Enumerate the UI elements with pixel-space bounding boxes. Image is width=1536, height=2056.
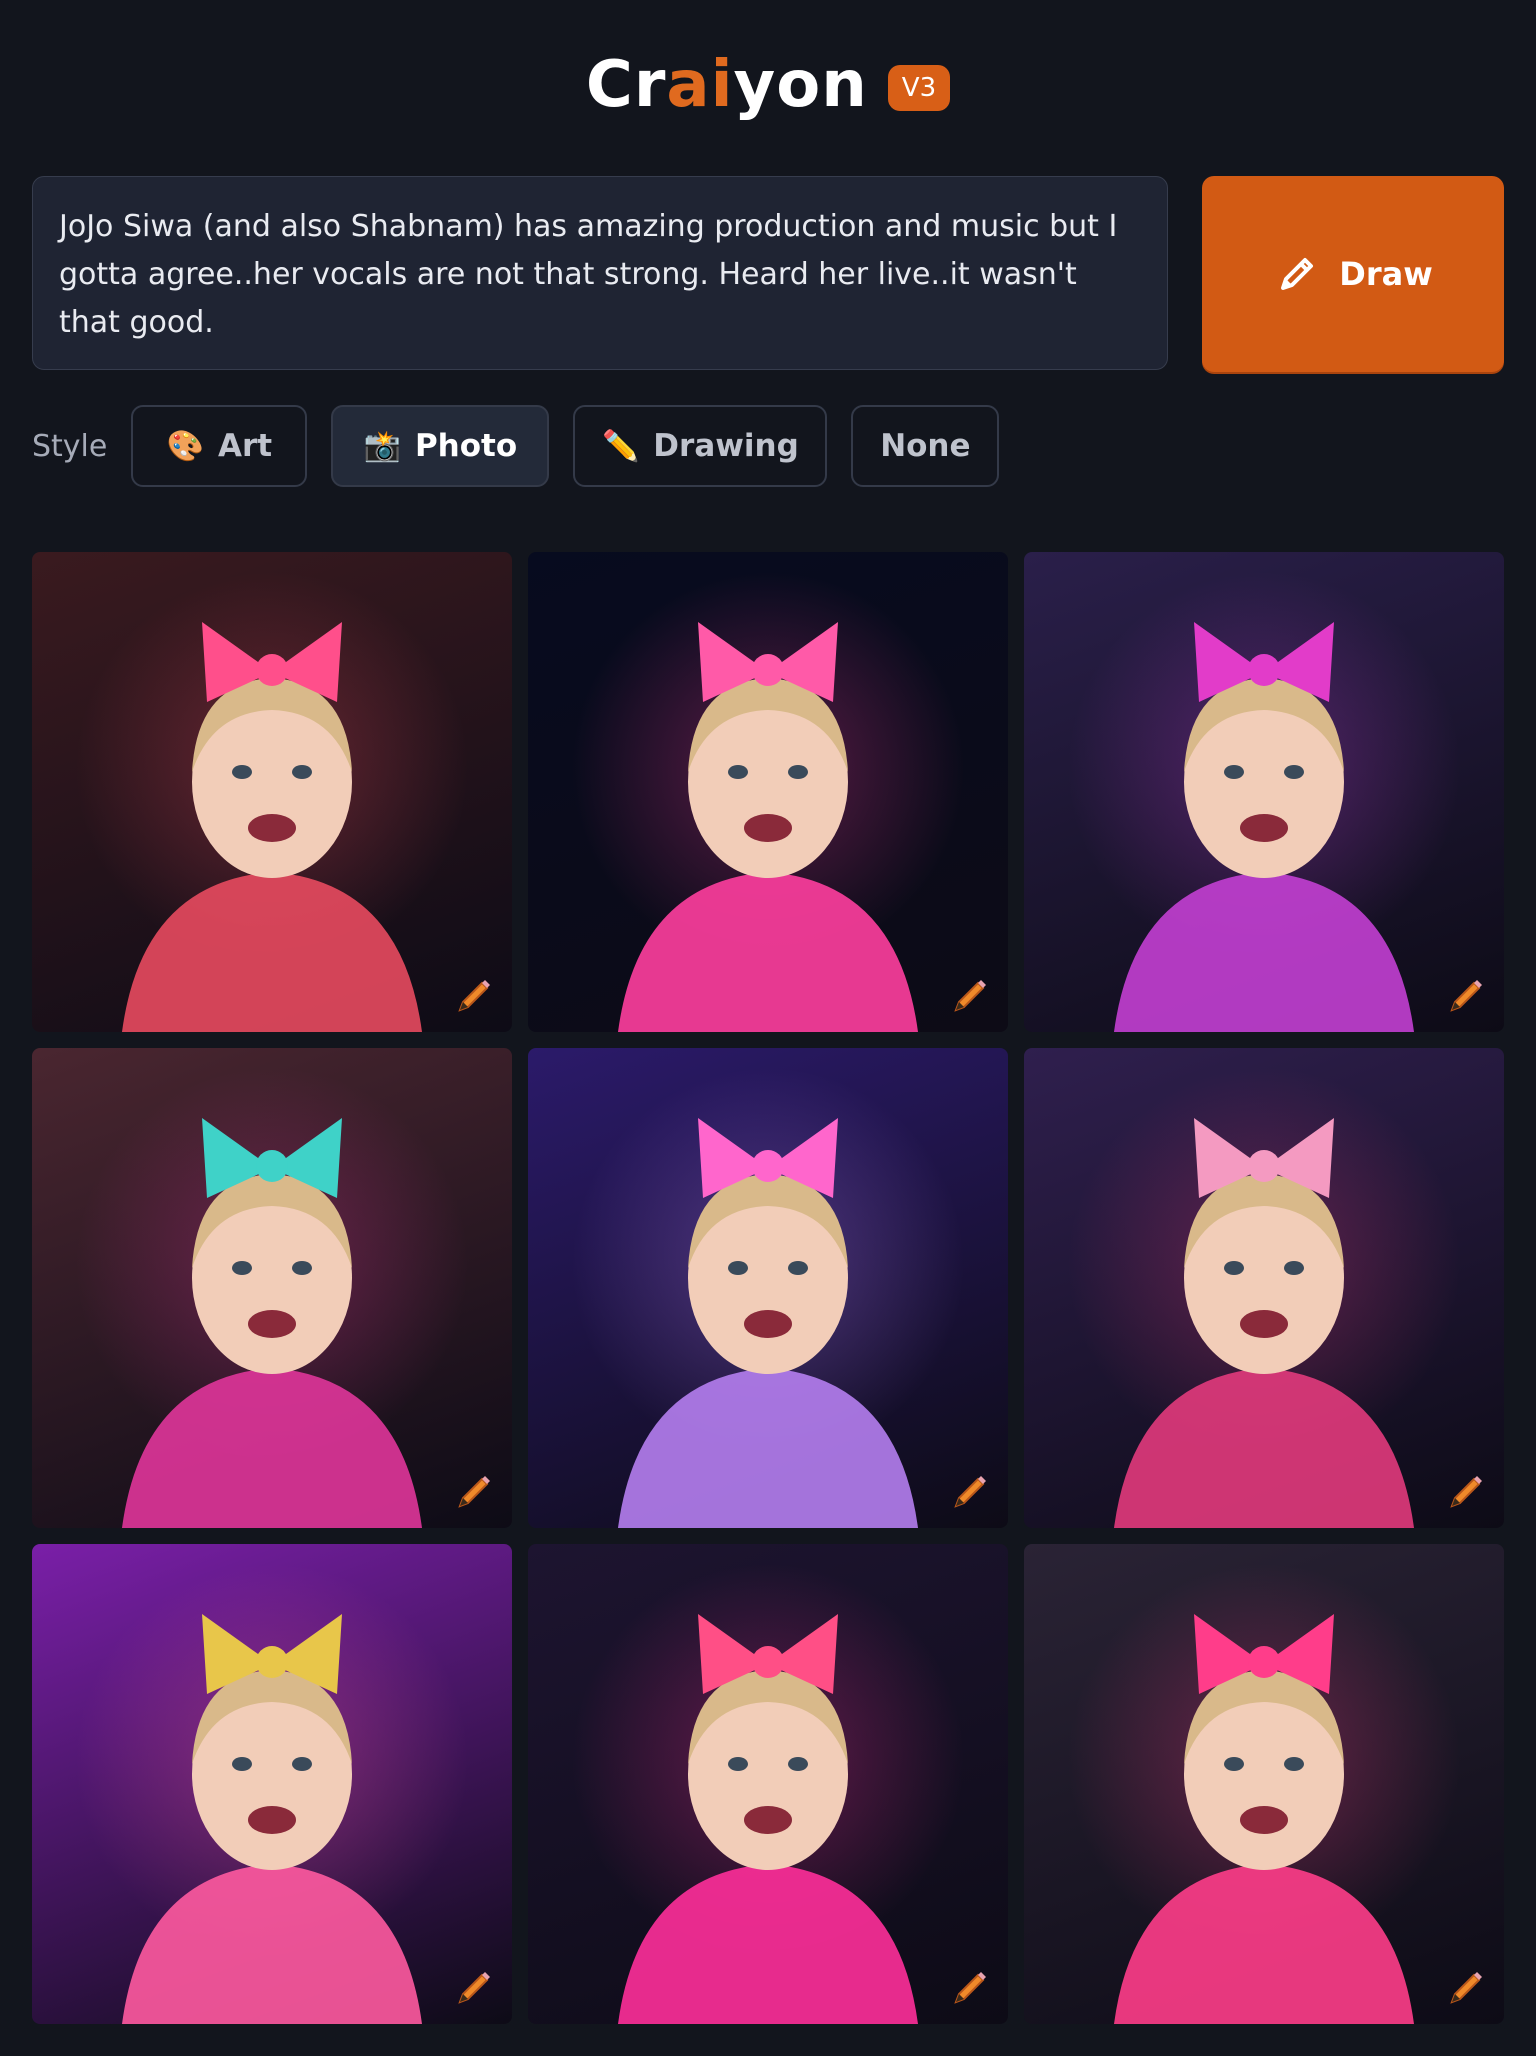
image-illustration <box>618 1614 918 2024</box>
style-option-label: None <box>880 428 971 464</box>
image-illustration <box>122 622 422 1032</box>
style-option-label: Drawing <box>653 428 799 464</box>
edit-pencil-icon[interactable] <box>948 1964 994 2010</box>
logo[interactable]: Craiyon <box>586 48 868 122</box>
generated-image[interactable] <box>1024 552 1504 1032</box>
image-illustration <box>1114 1614 1414 2024</box>
image-illustration <box>122 1118 422 1528</box>
image-illustration <box>618 622 918 1032</box>
style-selector: Style 🎨 Art 📸 Photo ✏️ Drawing None <box>32 404 1023 488</box>
logo-suffix: yon <box>733 48 868 122</box>
prompt-input[interactable]: JoJo Siwa (and also Shabnam) has amazing… <box>32 176 1168 370</box>
logo-prefix: Cr <box>585 48 667 122</box>
draw-button[interactable]: Draw <box>1202 176 1504 372</box>
generated-image[interactable] <box>528 1048 1008 1528</box>
palette-icon: 🎨 <box>166 428 204 464</box>
image-illustration <box>1114 1118 1414 1528</box>
generated-image[interactable] <box>32 552 512 1032</box>
logo-accent: ai <box>666 48 734 122</box>
style-option-none[interactable]: None <box>851 405 1000 487</box>
generated-image[interactable] <box>32 1048 512 1528</box>
edit-pencil-icon[interactable] <box>452 1964 498 2010</box>
draw-button-label: Draw <box>1339 255 1433 293</box>
edit-pencil-icon[interactable] <box>452 1468 498 1514</box>
results-grid <box>32 552 1504 2024</box>
style-label: Style <box>32 428 108 464</box>
camera-flash-icon: 📸 <box>363 428 401 464</box>
generated-image[interactable] <box>528 552 1008 1032</box>
edit-pencil-icon[interactable] <box>1444 1964 1490 2010</box>
style-option-photo[interactable]: 📸 Photo <box>331 405 550 487</box>
generated-image[interactable] <box>1024 1544 1504 2024</box>
version-badge: V3 <box>887 65 951 111</box>
style-option-drawing[interactable]: ✏️ Drawing <box>573 405 828 487</box>
edit-pencil-icon[interactable] <box>452 972 498 1018</box>
pencil-icon: ✏️ <box>601 428 640 464</box>
generated-image[interactable] <box>1024 1048 1504 1528</box>
edit-pencil-icon[interactable] <box>1444 972 1490 1018</box>
style-option-art[interactable]: 🎨 Art <box>131 405 308 487</box>
image-illustration <box>618 1118 918 1528</box>
style-option-label: Art <box>217 428 273 464</box>
style-option-label: Photo <box>414 428 518 464</box>
pencil-icon <box>1281 258 1314 290</box>
generated-image[interactable] <box>528 1544 1008 2024</box>
generated-image[interactable] <box>32 1544 512 2024</box>
image-illustration <box>1114 622 1414 1032</box>
edit-pencil-icon[interactable] <box>948 1468 994 1514</box>
edit-pencil-icon[interactable] <box>948 972 994 1018</box>
image-illustration <box>122 1614 422 2024</box>
header: Craiyon V3 <box>0 40 1536 130</box>
edit-pencil-icon[interactable] <box>1444 1468 1490 1514</box>
